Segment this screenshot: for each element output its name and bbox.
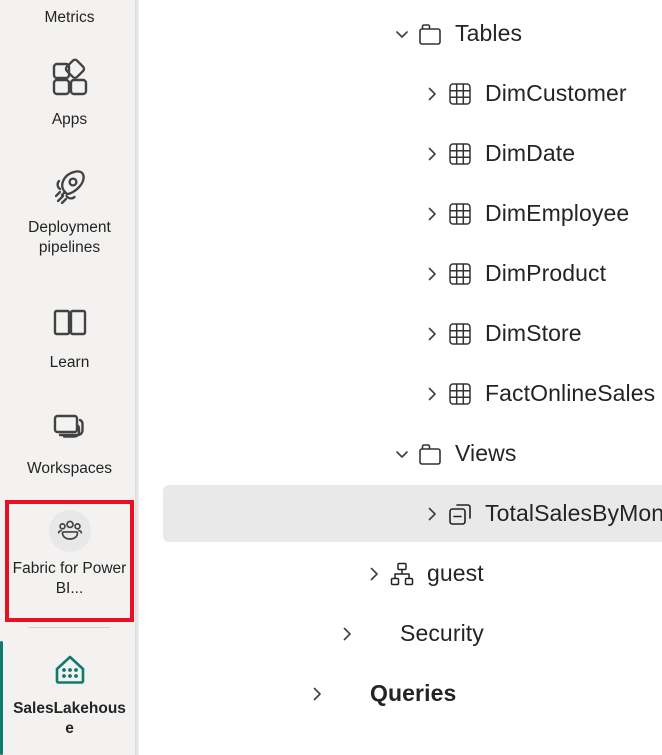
tree-row-queries[interactable]: Queries xyxy=(139,665,662,722)
tree-row-label: guest xyxy=(427,560,484,586)
tree-row-label: Security xyxy=(400,620,484,646)
tree-row-views[interactable]: Views xyxy=(139,425,662,482)
tree-row-label: DimCustomer xyxy=(485,80,627,106)
chevron-down-icon[interactable] xyxy=(389,21,415,47)
tree-row-dimdate[interactable]: DimDate xyxy=(139,125,662,182)
tree-row-dimproduct[interactable]: DimProduct xyxy=(139,245,662,302)
table-grid-icon xyxy=(445,379,475,409)
nav-item-deployment-pipelines[interactable]: Deployment pipelines xyxy=(0,163,139,258)
tree-row-label: DimProduct xyxy=(485,260,607,286)
chevron-down-icon[interactable] xyxy=(389,441,415,467)
nav-divider xyxy=(28,627,110,628)
tree-row-label: DimDate xyxy=(485,140,576,166)
folder-icon xyxy=(415,439,445,469)
lakehouse-object-explorer-tree: Tables DimCustomer DimDate DimEmployee D… xyxy=(139,0,662,755)
chevron-right-icon[interactable] xyxy=(334,621,360,647)
tree-row-factonlinesales[interactable]: FactOnlineSales xyxy=(139,365,662,422)
nav-item-apps[interactable]: Apps xyxy=(0,55,139,130)
chevron-right-icon[interactable] xyxy=(419,141,445,167)
nav-item-workspaces[interactable]: Workspaces xyxy=(0,404,139,479)
people-group-icon xyxy=(48,510,91,552)
tree-row-label: DimStore xyxy=(485,320,582,346)
chevron-right-icon[interactable] xyxy=(304,681,330,707)
chevron-right-icon[interactable] xyxy=(419,321,445,347)
tree-row-guest[interactable]: guest xyxy=(139,545,662,602)
table-grid-icon xyxy=(445,79,475,109)
nav-item-label: Deployment pipelines xyxy=(28,219,111,256)
chevron-right-icon[interactable] xyxy=(361,561,387,587)
folder-icon xyxy=(415,19,445,49)
table-grid-icon xyxy=(445,319,475,349)
tree-row-dimemployee[interactable]: DimEmployee xyxy=(139,185,662,242)
tree-row-label: DimEmployee xyxy=(485,200,630,226)
tree-row-label: Views xyxy=(455,440,517,466)
book-icon xyxy=(46,298,94,346)
tree-row-label: Queries xyxy=(370,680,457,706)
view-icon xyxy=(445,499,475,529)
chevron-right-icon[interactable] xyxy=(419,201,445,227)
nav-item-label: Metrics xyxy=(44,9,95,26)
chevron-right-icon[interactable] xyxy=(419,381,445,407)
nav-item-label: Fabric for Power BI... xyxy=(12,560,127,597)
tree-row-dimstore[interactable]: DimStore xyxy=(139,305,662,362)
chevron-right-icon[interactable] xyxy=(419,501,445,527)
nav-item-label: Apps xyxy=(51,111,88,128)
nav-item-learn[interactable]: Learn xyxy=(0,298,139,373)
nav-item-fabric-for-power-bi[interactable]: Fabric for Power BI... xyxy=(0,510,139,599)
apps-grid-icon xyxy=(46,55,94,103)
rocket-icon xyxy=(46,163,94,211)
tree-row-label: TotalSalesByMonth xyxy=(485,500,662,526)
nav-item-label: SalesLakehouse xyxy=(13,700,126,737)
fabric-lakehouse-explorer: Metrics Apps Deployment pipelines Learn … xyxy=(0,0,662,755)
workspaces-stack-icon xyxy=(46,404,94,452)
lakehouse-home-icon xyxy=(48,648,92,692)
tree-row-dimcustomer[interactable]: DimCustomer xyxy=(139,65,662,122)
nav-item-metrics[interactable]: Metrics xyxy=(0,8,139,28)
table-grid-icon xyxy=(445,139,475,169)
tree-row-label: Tables xyxy=(455,20,523,46)
chevron-right-icon[interactable] xyxy=(419,261,445,287)
schema-icon xyxy=(387,559,417,589)
tree-row-tables[interactable]: Tables xyxy=(139,5,662,62)
left-navigation-rail: Metrics Apps Deployment pipelines Learn … xyxy=(0,0,139,755)
chevron-right-icon[interactable] xyxy=(419,81,445,107)
nav-item-saleslakehouse[interactable]: SalesLakehouse xyxy=(0,648,139,739)
tree-row-security[interactable]: Security xyxy=(139,605,662,662)
table-grid-icon xyxy=(445,259,475,289)
tree-row-label: FactOnlineSales xyxy=(485,380,656,406)
table-grid-icon xyxy=(445,199,475,229)
tree-row-totalsalesbymonth[interactable]: TotalSalesByMonth xyxy=(163,485,662,542)
nav-item-label: Learn xyxy=(49,354,90,371)
nav-item-label: Workspaces xyxy=(27,460,112,477)
